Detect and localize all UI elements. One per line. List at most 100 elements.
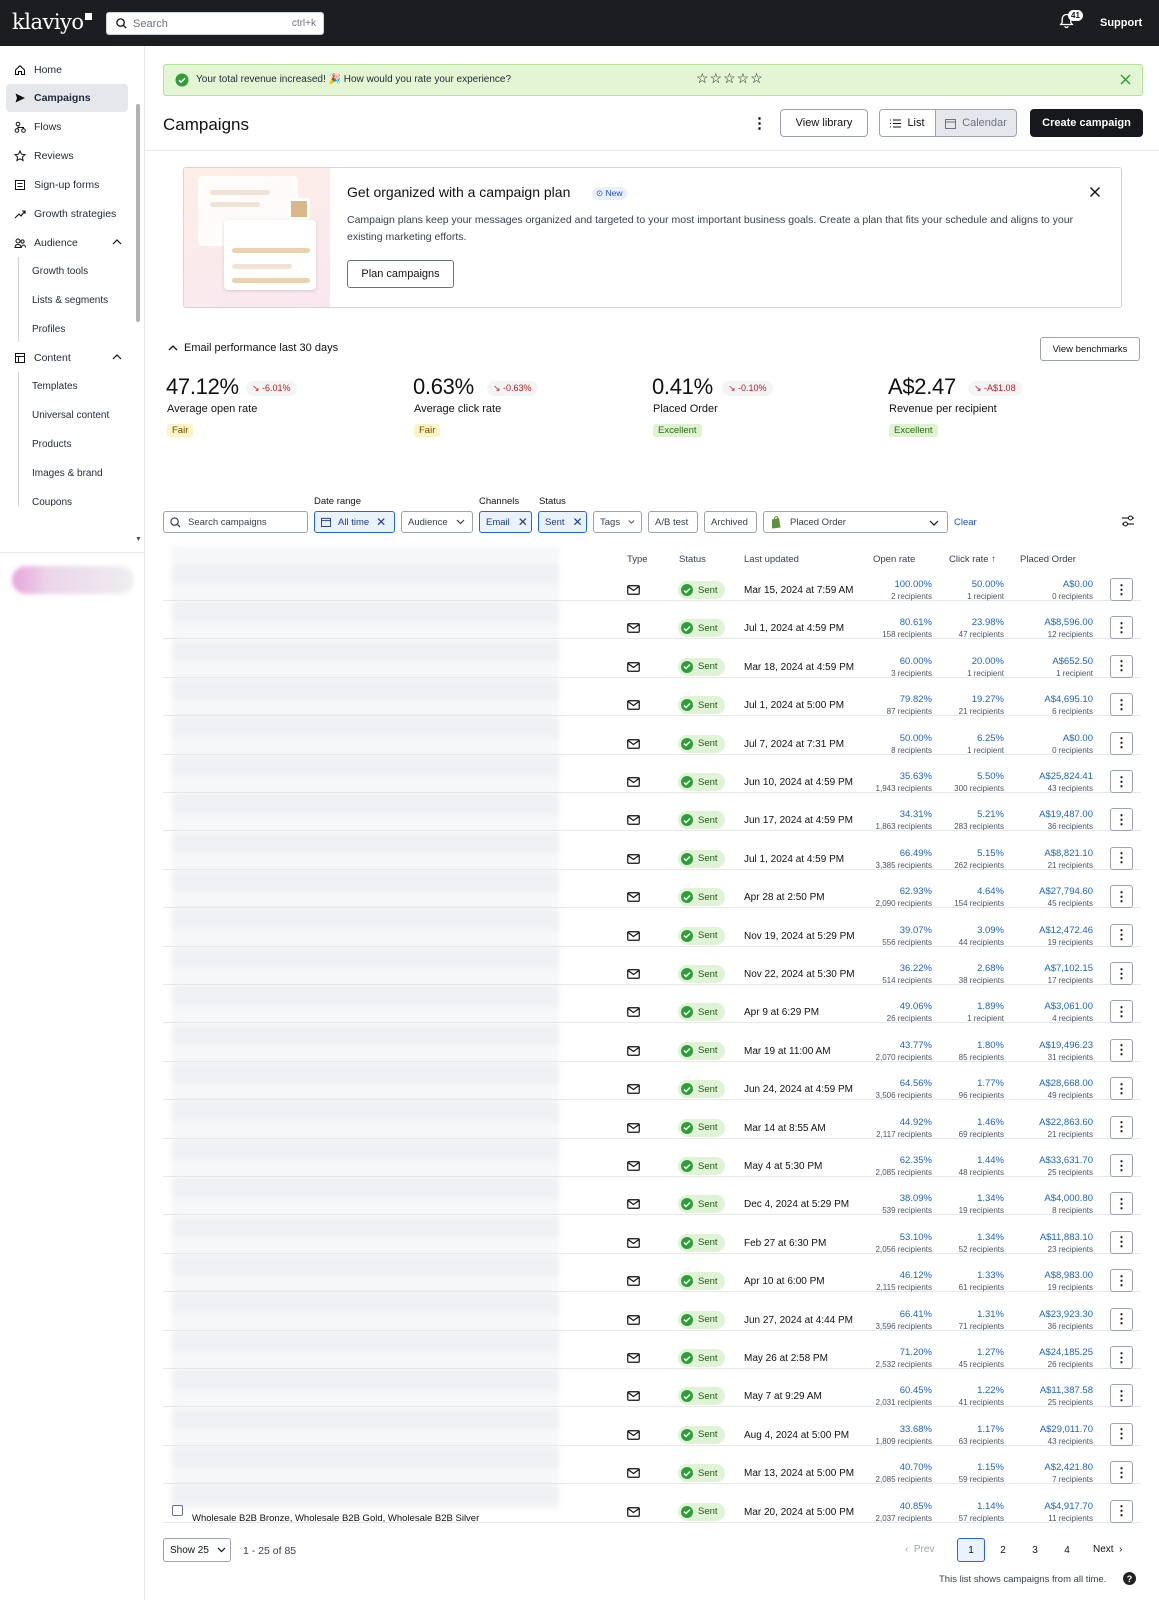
row-actions-button[interactable]: ⋮ bbox=[1110, 578, 1133, 601]
open-rate-value[interactable]: 50.00% bbox=[891, 733, 932, 744]
sidebar-item-signup-forms[interactable]: Sign-up forms bbox=[6, 171, 128, 199]
row-actions-button[interactable]: ⋮ bbox=[1110, 962, 1133, 985]
row-actions-button[interactable]: ⋮ bbox=[1110, 770, 1133, 793]
click-rate-value[interactable]: 1.22% bbox=[959, 1385, 1004, 1396]
row-actions-button[interactable]: ⋮ bbox=[1110, 1115, 1133, 1139]
placed-order-value[interactable]: A$33,631.70 bbox=[1039, 1155, 1093, 1166]
sidebar-subitem-universal-content[interactable]: Universal content bbox=[32, 410, 109, 421]
open-rate-value[interactable]: 39.07% bbox=[882, 925, 932, 936]
sidebar-subitem-lists-segments[interactable]: Lists & segments bbox=[32, 295, 108, 306]
remove-filter-icon[interactable]: ✕ bbox=[376, 515, 386, 529]
performance-toggle[interactable]: Email performance last 30 days bbox=[168, 342, 338, 354]
open-rate-value[interactable]: 44.92% bbox=[876, 1117, 932, 1128]
sidebar-subitem-products[interactable]: Products bbox=[32, 439, 71, 450]
click-rate-value[interactable]: 3.09% bbox=[959, 925, 1004, 936]
open-rate-value[interactable]: 62.35% bbox=[876, 1155, 932, 1166]
row-actions-button[interactable]: ⋮ bbox=[1110, 731, 1133, 755]
placed-order-value[interactable]: A$19,487.00 bbox=[1039, 809, 1093, 820]
click-rate-value[interactable]: 1.44% bbox=[959, 1155, 1004, 1166]
global-search-input[interactable]: Search ctrl+k bbox=[106, 12, 324, 35]
placed-order-value[interactable]: A$25,824.41 bbox=[1039, 771, 1093, 782]
prev-page-button[interactable]: ‹ Prev bbox=[905, 1544, 934, 1555]
open-rate-value[interactable]: 71.20% bbox=[876, 1347, 932, 1358]
sidebar-item-home[interactable]: Home bbox=[6, 56, 128, 84]
metric-select[interactable]: Placed Order bbox=[763, 511, 948, 533]
click-rate-value[interactable]: 5.21% bbox=[954, 809, 1004, 820]
scroll-down-icon[interactable]: ▼ bbox=[135, 536, 142, 543]
placed-order-value[interactable]: A$19,496.23 bbox=[1039, 1040, 1093, 1051]
placed-order-value[interactable]: A$28,668.00 bbox=[1039, 1078, 1093, 1089]
tags-filter[interactable]: Tags bbox=[593, 511, 642, 533]
row-actions-button[interactable]: ⋮ bbox=[1110, 1230, 1133, 1254]
placed-order-value[interactable]: A$22,863.60 bbox=[1039, 1117, 1093, 1128]
open-rate-value[interactable]: 62.93% bbox=[876, 886, 932, 897]
click-rate-value[interactable]: 23.98% bbox=[959, 617, 1004, 628]
sidebar-item-campaigns[interactable]: Campaigns bbox=[6, 84, 128, 112]
klaviyo-logo[interactable]: klaviyo bbox=[12, 10, 92, 34]
row-actions-button[interactable]: ⋮ bbox=[1110, 693, 1133, 717]
row-actions-button[interactable]: ⋮ bbox=[1110, 1038, 1133, 1062]
close-icon[interactable] bbox=[1089, 186, 1101, 198]
click-rate-value[interactable]: 1.33% bbox=[959, 1270, 1004, 1281]
click-rate-value[interactable]: 5.15% bbox=[954, 848, 1004, 859]
open-rate-value[interactable]: 60.00% bbox=[891, 656, 932, 667]
archived-filter[interactable]: Archived bbox=[704, 511, 757, 533]
sidebar-subitem-images-brand[interactable]: Images & brand bbox=[32, 468, 103, 479]
sidebar-item-flows[interactable]: Flows bbox=[6, 113, 128, 141]
placed-order-value[interactable]: A$8,983.00 bbox=[1044, 1270, 1093, 1281]
click-rate-value[interactable]: 1.31% bbox=[959, 1309, 1004, 1320]
click-rate-value[interactable]: 1.27% bbox=[959, 1347, 1004, 1358]
row-actions-button[interactable]: ⋮ bbox=[1110, 1000, 1133, 1024]
clear-filters-link[interactable]: Clear bbox=[954, 517, 977, 528]
row-actions-button[interactable]: ⋮ bbox=[1110, 616, 1133, 640]
remove-filter-icon[interactable]: ✕ bbox=[518, 515, 528, 529]
row-actions-button[interactable]: ⋮ bbox=[1110, 1192, 1133, 1216]
click-rate-value[interactable]: 1.34% bbox=[959, 1232, 1004, 1243]
sidebar-item-audience[interactable]: Audience bbox=[6, 229, 128, 257]
column-header-placed-order[interactable]: Placed Order bbox=[1020, 554, 1076, 565]
open-rate-value[interactable]: 66.41% bbox=[876, 1309, 932, 1320]
remove-filter-icon[interactable]: ✕ bbox=[573, 515, 583, 529]
open-rate-value[interactable]: 46.12% bbox=[876, 1270, 932, 1281]
row-actions-button[interactable]: ⋮ bbox=[1110, 654, 1133, 678]
row-actions-button[interactable]: ⋮ bbox=[1110, 1499, 1133, 1523]
column-header-status[interactable]: Status bbox=[679, 554, 706, 565]
channel-filter[interactable]: Email ✕ bbox=[479, 511, 532, 533]
click-rate-value[interactable]: 1.77% bbox=[959, 1078, 1004, 1089]
click-rate-value[interactable]: 5.50% bbox=[954, 771, 1004, 782]
click-rate-value[interactable]: 50.00% bbox=[967, 579, 1004, 590]
row-actions-button[interactable]: ⋮ bbox=[1110, 885, 1133, 909]
row-actions-button[interactable]: ⋮ bbox=[1110, 923, 1133, 947]
open-rate-value[interactable]: 40.85% bbox=[876, 1501, 932, 1512]
page-size-select[interactable]: Show 25 bbox=[163, 1538, 231, 1562]
open-rate-value[interactable]: 64.56% bbox=[876, 1078, 932, 1089]
close-icon[interactable] bbox=[1119, 73, 1132, 86]
account-switcher[interactable] bbox=[12, 566, 134, 594]
plan-campaigns-button[interactable]: Plan campaigns bbox=[347, 260, 454, 288]
placed-order-value[interactable]: A$7,102.15 bbox=[1044, 963, 1093, 974]
placed-order-value[interactable]: A$8,821.10 bbox=[1044, 848, 1093, 859]
open-rate-value[interactable]: 43.77% bbox=[876, 1040, 932, 1051]
sidebar-item-growth-strategies[interactable]: Growth strategies bbox=[6, 200, 128, 228]
placed-order-value[interactable]: A$2,421.80 bbox=[1044, 1462, 1093, 1473]
click-rate-value[interactable]: 1.15% bbox=[959, 1462, 1004, 1473]
placed-order-value[interactable]: A$4,000.80 bbox=[1044, 1193, 1093, 1204]
row-actions-button[interactable]: ⋮ bbox=[1110, 846, 1133, 870]
placed-order-value[interactable]: A$23,923.30 bbox=[1039, 1309, 1093, 1320]
click-rate-value[interactable]: 1.46% bbox=[959, 1117, 1004, 1128]
sidebar-scrollbar[interactable] bbox=[136, 104, 140, 322]
placed-order-value[interactable]: A$4,917.70 bbox=[1044, 1501, 1093, 1512]
click-rate-value[interactable]: 19.27% bbox=[959, 694, 1004, 705]
placed-order-value[interactable]: A$652.50 bbox=[1052, 656, 1093, 667]
calendar-view-button[interactable]: Calendar bbox=[936, 110, 1016, 136]
sidebar-subitem-profiles[interactable]: Profiles bbox=[32, 324, 65, 335]
sidebar-subitem-coupons[interactable]: Coupons bbox=[32, 497, 72, 506]
audience-filter[interactable]: Audience bbox=[401, 511, 473, 533]
row-actions-button[interactable]: ⋮ bbox=[1110, 1346, 1133, 1369]
rating-stars[interactable]: ☆☆☆☆☆ bbox=[696, 70, 764, 87]
placed-order-value[interactable]: A$0.00 bbox=[1052, 733, 1093, 744]
open-rate-value[interactable]: 49.06% bbox=[887, 1001, 932, 1012]
placed-order-value[interactable]: A$11,883.10 bbox=[1040, 1232, 1093, 1243]
status-filter[interactable]: Sent ✕ bbox=[538, 511, 587, 533]
list-view-button[interactable]: List bbox=[880, 110, 936, 136]
